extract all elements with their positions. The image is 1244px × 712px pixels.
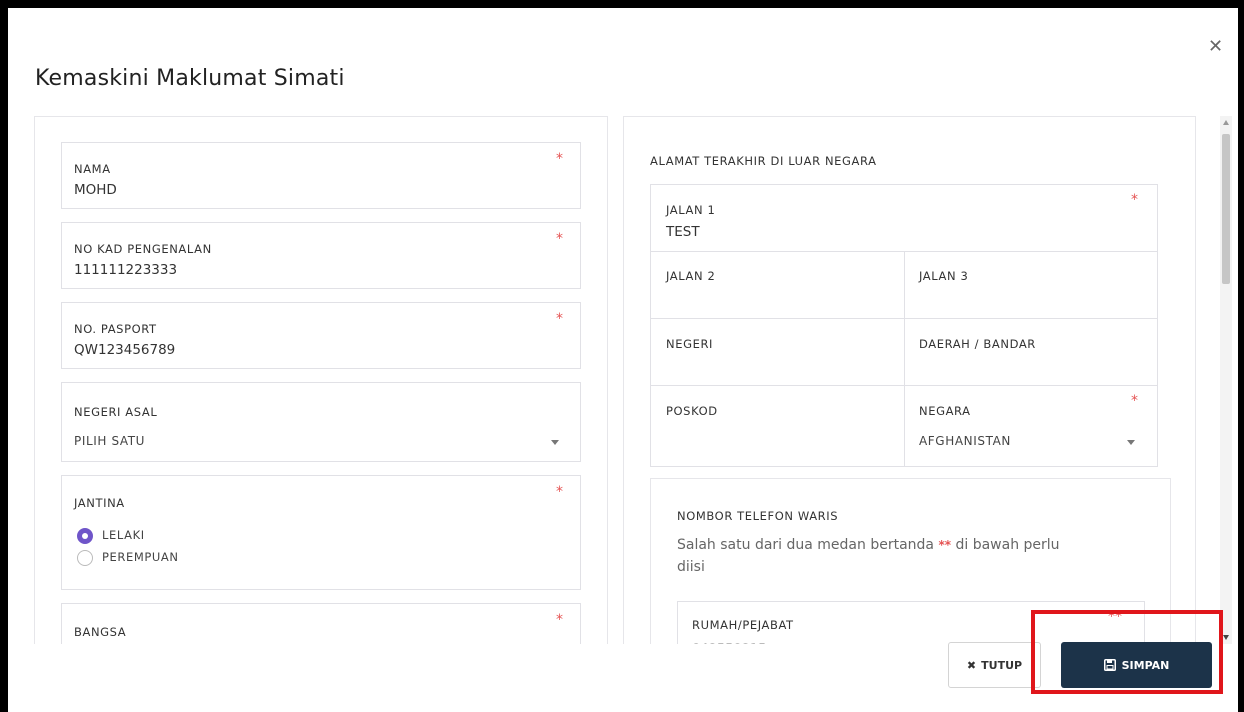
selected-value: PILIH SATU xyxy=(74,434,146,448)
field-label: DAERAH / BANDAR xyxy=(919,337,1036,351)
scroll-down-icon[interactable] xyxy=(1223,635,1229,640)
scroll-up-icon[interactable] xyxy=(1223,120,1229,125)
race-field[interactable]: BANGSA * xyxy=(61,603,581,644)
selected-value: AFGHANISTAN xyxy=(919,434,1011,448)
scrollbar[interactable] xyxy=(1220,116,1232,644)
gender-field: JANTINA * LELAKI PEREMPUAN xyxy=(61,475,581,590)
required-marker: ** xyxy=(1108,609,1122,625)
address-jalan-3-field[interactable]: JALAN 3 xyxy=(904,251,1158,319)
field-label: JALAN 2 xyxy=(666,269,716,283)
required-marker: * xyxy=(1131,192,1138,208)
close-button-label: TUTUP xyxy=(981,658,1023,672)
save-button[interactable]: SIMPAN xyxy=(1061,642,1212,688)
close-icon[interactable]: ✕ xyxy=(1208,38,1223,56)
address-negara-select[interactable]: NEGARA * AFGHANISTAN xyxy=(904,385,1158,467)
field-label: NAMA xyxy=(74,162,111,176)
required-marker: * xyxy=(556,311,563,327)
save-button-label: SIMPAN xyxy=(1121,658,1170,672)
address-jalan-2-field[interactable]: JALAN 2 xyxy=(650,251,905,319)
field-label: NEGERI xyxy=(666,337,714,351)
close-button[interactable]: ✖ TUTUP xyxy=(948,642,1041,688)
edit-deceased-dialog: ✕ Kemaskini Maklumat Simati NAMA * MOHD … xyxy=(8,8,1238,712)
heir-phone-note: Salah satu dari dua medan bertanda ** di… xyxy=(677,534,1060,578)
required-marker: * xyxy=(556,231,563,247)
state-of-origin-select[interactable]: NEGERI ASAL PILIH SATU xyxy=(61,382,581,462)
field-label: JALAN 3 xyxy=(919,269,969,283)
address-jalan-1-field[interactable]: JALAN 1 * TEST xyxy=(650,184,1158,252)
chevron-down-icon xyxy=(1127,440,1135,445)
note-text-line2: diisi xyxy=(677,559,705,575)
note-text-after: di bawah perlu xyxy=(955,537,1060,553)
section-title: NOMBOR TELEFON WARIS xyxy=(677,509,839,523)
field-label: BANGSA xyxy=(74,625,127,639)
address-daerah-field[interactable]: DAERAH / BANDAR xyxy=(904,318,1158,386)
radio-label-lelaki[interactable]: LELAKI xyxy=(102,528,145,542)
field-label: NO KAD PENGENALAN xyxy=(74,242,212,256)
home-office-phone-field[interactable]: RUMAH/PEJABAT ** 049550915 xyxy=(677,601,1145,644)
radio-lelaki[interactable] xyxy=(77,528,93,544)
address-poskod-field[interactable]: POSKOD xyxy=(650,385,905,467)
x-icon: ✖ xyxy=(966,658,977,672)
required-marker: * xyxy=(556,612,563,628)
note-marker: ** xyxy=(938,538,952,552)
required-marker: * xyxy=(556,484,563,500)
field-label: NO. PASPORT xyxy=(74,322,157,336)
field-value: MOHD xyxy=(74,182,117,198)
chevron-down-icon xyxy=(551,440,559,445)
field-label: POSKOD xyxy=(666,404,718,418)
field-value: 049550915 xyxy=(692,642,766,644)
radio-label-perempuan[interactable]: PEREMPUAN xyxy=(102,550,179,564)
field-value: 111111223333 xyxy=(74,262,178,278)
section-title: ALAMAT TERAKHIR DI LUAR NEGARA xyxy=(650,154,877,168)
passport-field[interactable]: NO. PASPORT * QW123456789 xyxy=(61,302,581,369)
heir-phone-section: NOMBOR TELEFON WARIS Salah satu dari dua… xyxy=(650,478,1171,644)
address-negeri-field[interactable]: NEGERI xyxy=(650,318,905,386)
field-label: RUMAH/PEJABAT xyxy=(692,618,794,632)
ic-number-field[interactable]: NO KAD PENGENALAN * 111111223333 xyxy=(61,222,581,289)
dialog-title: Kemaskini Maklumat Simati xyxy=(35,66,345,91)
radio-perempuan[interactable] xyxy=(77,550,93,566)
form-scroll-area[interactable]: NAMA * MOHD NO KAD PENGENALAN * 11111122… xyxy=(8,116,1220,644)
required-marker: * xyxy=(1131,393,1138,409)
scrollbar-thumb[interactable] xyxy=(1222,134,1230,284)
required-marker: * xyxy=(556,151,563,167)
note-text: Salah satu dari dua medan bertanda xyxy=(677,537,934,553)
field-label: NEGARA xyxy=(919,404,971,418)
field-label: NEGERI ASAL xyxy=(74,405,158,419)
save-icon xyxy=(1103,659,1116,671)
field-value: QW123456789 xyxy=(74,342,176,358)
field-value: TEST xyxy=(666,224,700,240)
field-label: JALAN 1 xyxy=(666,203,716,217)
nama-field[interactable]: NAMA * MOHD xyxy=(61,142,581,209)
field-label: JANTINA xyxy=(74,496,125,510)
